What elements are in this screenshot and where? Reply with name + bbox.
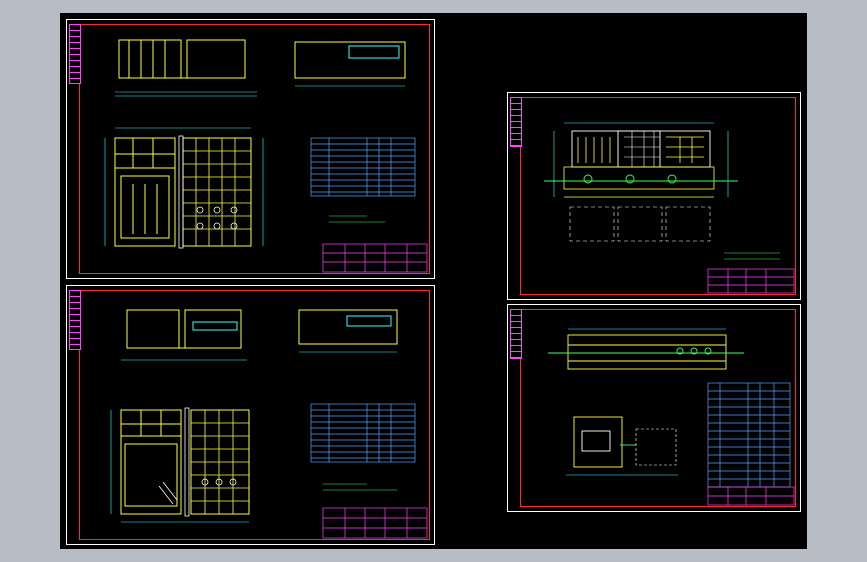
cad-viewport[interactable] — [60, 13, 807, 549]
drawing-sheet-top-left[interactable] — [66, 19, 435, 279]
pipe-gallery-drawing — [548, 328, 795, 506]
drawing-sheet-bottom-left[interactable] — [66, 285, 435, 545]
filter-drawing-top-left — [104, 39, 428, 273]
filter-drawing-bottom-left — [110, 309, 428, 539]
pump-station-elevation — [544, 122, 795, 294]
drawing-sheet-bottom-right[interactable] — [507, 304, 801, 512]
drawing-sheet-top-right[interactable] — [507, 92, 801, 300]
